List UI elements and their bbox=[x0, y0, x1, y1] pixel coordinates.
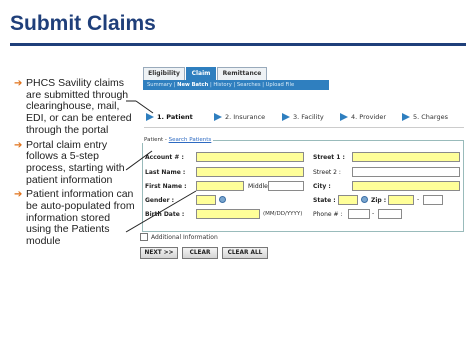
claim-subnav: Summary | New Batch | History | Searches… bbox=[143, 80, 329, 90]
street2-field[interactable] bbox=[352, 167, 460, 177]
bullet-item: ➔ Patient information can be auto-populat… bbox=[14, 188, 136, 248]
account-field[interactable] bbox=[196, 152, 304, 162]
gender-select[interactable] bbox=[196, 195, 216, 205]
middle-field[interactable] bbox=[268, 181, 304, 191]
bullet-text: Portal claim entry follows a 5-step proc… bbox=[26, 138, 125, 186]
subnav-new-batch[interactable]: New Batch bbox=[177, 82, 208, 88]
step-arrow-icon bbox=[146, 113, 154, 121]
street1-label: Street 1 : bbox=[313, 154, 345, 161]
tab-eligibility[interactable]: Eligibility bbox=[143, 67, 185, 81]
clear-all-button[interactable]: CLEAR ALL bbox=[222, 247, 268, 259]
state-label: State : bbox=[313, 197, 336, 204]
title-divider bbox=[10, 43, 466, 46]
subnav-searches[interactable]: Searches bbox=[237, 82, 261, 88]
phone-number-field[interactable] bbox=[378, 209, 402, 219]
date-format-hint: (MM/DD/YYYY) bbox=[263, 211, 303, 217]
last-name-label: Last Name : bbox=[145, 169, 186, 176]
step-insurance[interactable]: 2. Insurance bbox=[214, 109, 265, 125]
gender-label: Gender : bbox=[145, 197, 175, 204]
subnav-upload-file[interactable]: Upload File bbox=[266, 82, 295, 88]
patient-legend-label: Patient bbox=[144, 137, 164, 143]
step-label: 4. Provider bbox=[351, 113, 387, 121]
right-arrow-icon: ➔ bbox=[14, 78, 23, 89]
right-arrow-icon: ➔ bbox=[14, 139, 23, 151]
state-lookup-icon[interactable] bbox=[361, 196, 368, 203]
bullet-text: Patient information can be auto-populate… bbox=[26, 188, 135, 248]
city-label: City : bbox=[313, 183, 331, 190]
bullet-item: ➔ PHCS Savility claims are submitted thro… bbox=[14, 77, 136, 137]
tab-remittance[interactable]: Remittance bbox=[217, 67, 267, 81]
phone-separator: - bbox=[372, 210, 375, 217]
bullet-item: ➔ Portal claim entry follows a 5-step pro… bbox=[14, 138, 136, 187]
step-arrow-icon bbox=[402, 113, 410, 121]
first-name-label: First Name : bbox=[145, 183, 187, 190]
additional-information-checkbox[interactable] bbox=[140, 233, 148, 241]
right-arrow-icon: ➔ bbox=[14, 189, 23, 201]
zip-extension-field[interactable] bbox=[423, 195, 443, 205]
account-label: Account # : bbox=[145, 154, 184, 161]
bullet-list: ➔ PHCS Savility claims are submitted thro… bbox=[14, 77, 136, 251]
step-label: 3. Facility bbox=[293, 113, 324, 121]
step-arrow-icon bbox=[214, 113, 222, 121]
subnav-summary[interactable]: Summary bbox=[147, 82, 172, 88]
city-field[interactable] bbox=[352, 181, 460, 191]
step-provider[interactable]: 4. Provider bbox=[340, 109, 386, 125]
last-name-field[interactable] bbox=[196, 167, 304, 177]
clear-button[interactable]: CLEAR bbox=[182, 247, 218, 259]
birth-date-field[interactable] bbox=[196, 209, 260, 219]
step-facility[interactable]: 3. Facility bbox=[282, 109, 324, 125]
claims-app-screenshot: Eligibility Claim Remittance Summary | N… bbox=[138, 63, 468, 261]
birth-date-label: Birth Date : bbox=[145, 211, 185, 218]
step-label: 5. Charges bbox=[413, 113, 448, 121]
tab-claim[interactable]: Claim bbox=[186, 67, 216, 81]
state-select[interactable] bbox=[338, 195, 358, 205]
zip-field[interactable] bbox=[388, 195, 414, 205]
step-arrow-icon bbox=[340, 113, 348, 121]
patient-legend: Patient - Search Patients bbox=[142, 137, 214, 143]
gender-lookup-icon[interactable] bbox=[219, 196, 226, 203]
middle-label: Middle bbox=[248, 183, 268, 190]
step-charges[interactable]: 5. Charges bbox=[402, 109, 448, 125]
steps-divider bbox=[144, 127, 464, 128]
step-label: 1. Patient bbox=[157, 113, 193, 121]
step-label: 2. Insurance bbox=[225, 113, 266, 121]
bullet-text: PHCS Savility claims are submitted throu… bbox=[26, 77, 132, 136]
search-patients-link[interactable]: Search Patients bbox=[169, 137, 212, 143]
additional-information-toggle[interactable]: Additional Information bbox=[140, 233, 218, 241]
step-arrow-icon bbox=[282, 113, 290, 121]
phone-label: Phone # : bbox=[313, 211, 343, 218]
first-name-field[interactable] bbox=[196, 181, 244, 191]
street1-field[interactable] bbox=[352, 152, 460, 162]
street2-label: Street 2 : bbox=[313, 169, 341, 176]
step-patient[interactable]: 1. Patient bbox=[146, 109, 193, 125]
phone-area-field[interactable] bbox=[348, 209, 370, 219]
next-button[interactable]: NEXT >> bbox=[140, 247, 178, 259]
subnav-history[interactable]: History bbox=[213, 82, 231, 88]
slide-title: Submit Claims bbox=[10, 12, 156, 35]
claim-steps: 1. Patient 2. Insurance 3. Facility 4. P… bbox=[144, 109, 464, 125]
zip-label: Zip : bbox=[371, 197, 387, 204]
zip-separator: - bbox=[417, 196, 420, 203]
additional-information-label: Additional Information bbox=[151, 233, 218, 241]
